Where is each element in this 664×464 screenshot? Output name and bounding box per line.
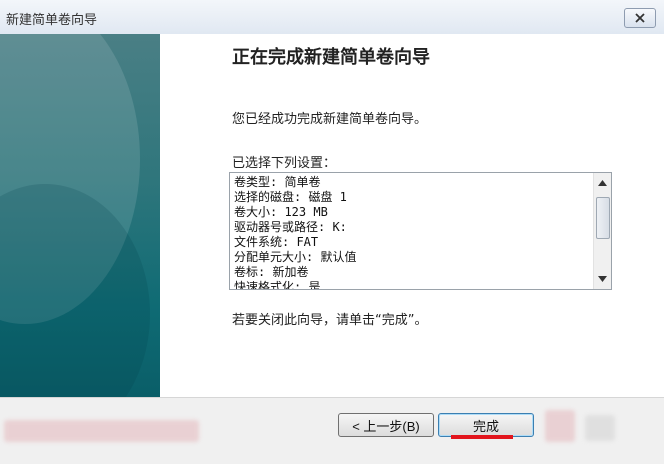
setting-line: 选择的磁盘: 磁盘 1 <box>234 190 347 204</box>
settings-lines: 卷类型: 简单卷 选择的磁盘: 磁盘 1 卷大小: 123 MB 驱动器号或路径… <box>234 175 592 290</box>
title-bar: 新建简单卷向导 <box>0 0 664 34</box>
page-title: 正在完成新建简单卷向导 <box>232 47 430 68</box>
completion-message: 您已经成功完成新建简单卷向导。 <box>232 112 428 127</box>
redacted-area <box>585 415 615 441</box>
scroll-down-arrow-icon[interactable] <box>594 271 611 287</box>
setting-line: 快速格式化: 是 <box>234 280 321 290</box>
setting-line: 卷类型: 简单卷 <box>234 175 321 189</box>
setting-line: 卷大小: 123 MB <box>234 205 328 219</box>
redacted-area <box>4 420 199 442</box>
window-title: 新建简单卷向导 <box>6 13 98 28</box>
vertical-scrollbar[interactable] <box>593 173 611 289</box>
finish-button[interactable]: 完成 <box>438 413 534 437</box>
setting-line: 卷标: 新加卷 <box>234 265 309 279</box>
scroll-up-arrow-icon[interactable] <box>594 175 611 191</box>
close-button[interactable] <box>624 8 656 28</box>
redacted-area <box>545 410 575 442</box>
setting-line: 分配单元大小: 默认值 <box>234 250 357 264</box>
settings-label: 已选择下列设置： <box>232 156 337 171</box>
close-instruction: 若要关闭此向导，请单击“完成”。 <box>232 313 428 328</box>
back-button[interactable]: < 上一步(B) <box>338 413 434 437</box>
setting-line: 驱动器号或路径: K: <box>234 220 347 234</box>
highlight-underline <box>451 435 513 439</box>
scrollbar-thumb[interactable] <box>596 197 610 239</box>
close-icon <box>634 13 646 23</box>
setting-line: 文件系统: FAT <box>234 235 319 249</box>
wizard-sidebar-banner <box>0 34 160 397</box>
settings-summary-list[interactable]: 卷类型: 简单卷 选择的磁盘: 磁盘 1 卷大小: 123 MB 驱动器号或路径… <box>229 172 612 290</box>
